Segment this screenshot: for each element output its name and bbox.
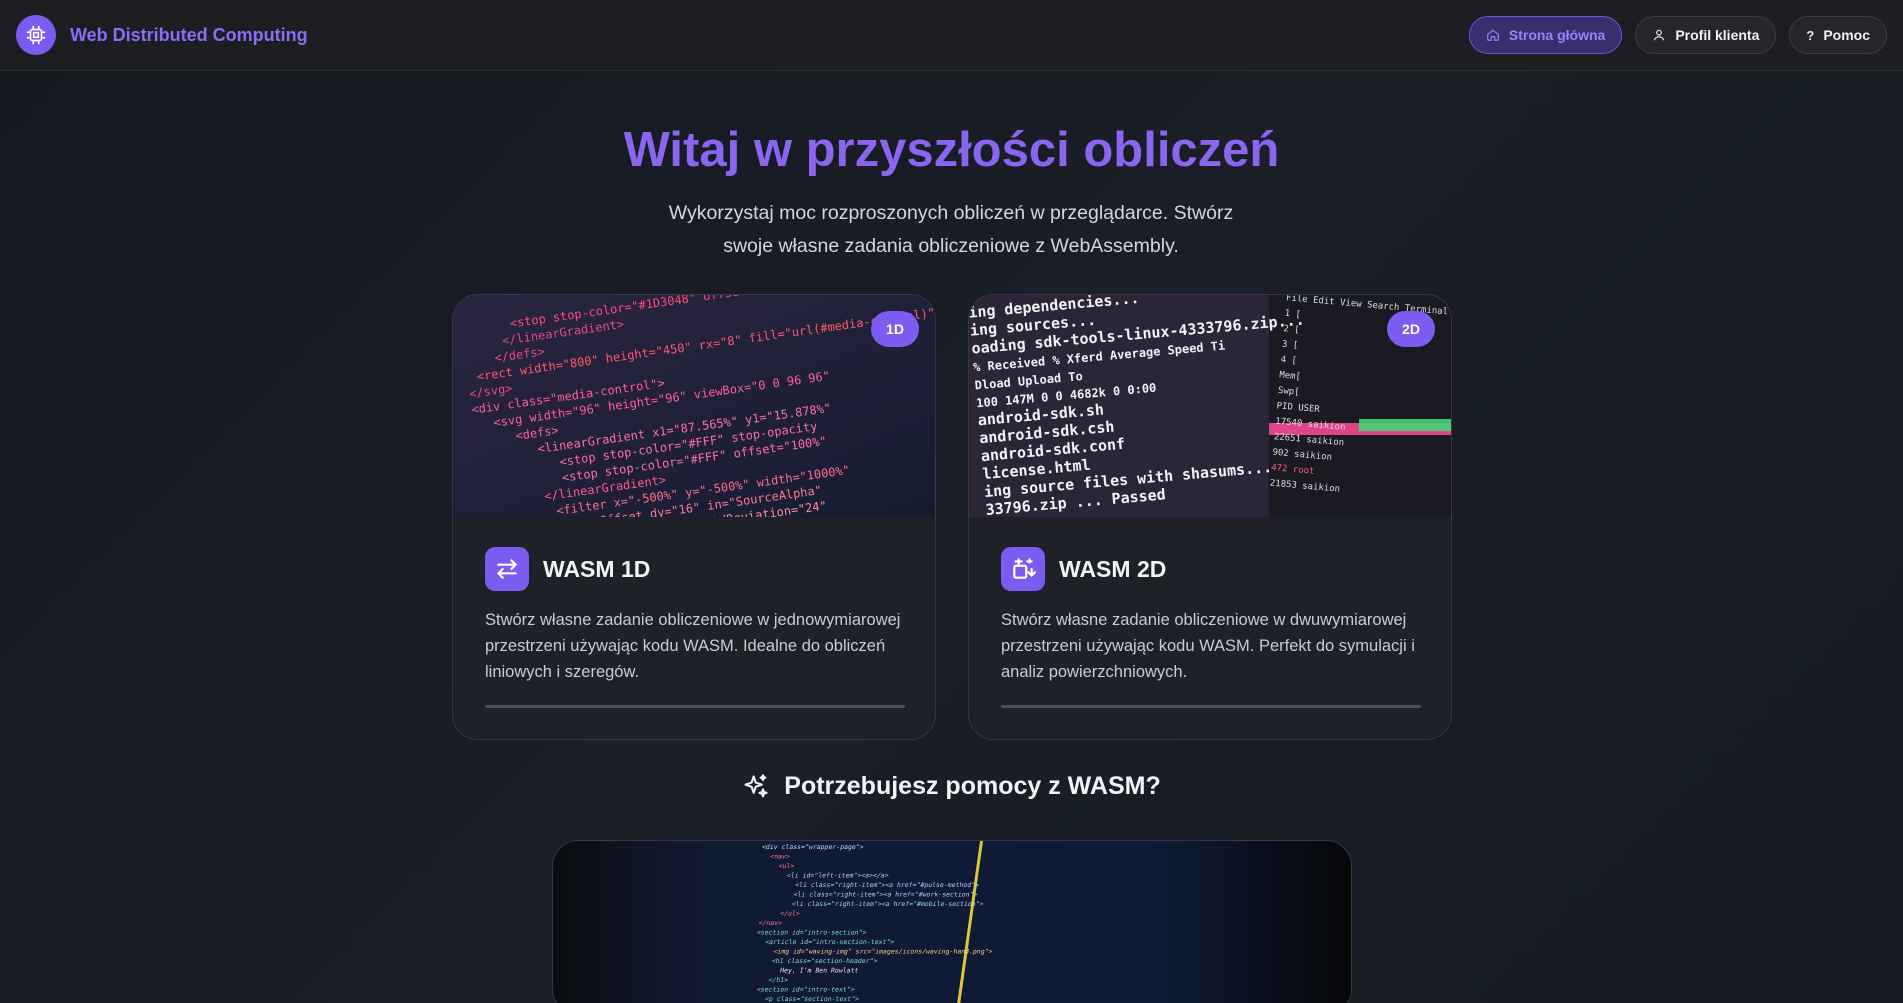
- help-code-line: <nav>: [770, 853, 791, 861]
- user-icon: [1654, 29, 1665, 41]
- help-code-line: Hey, I'm Ben Rowlatt: [779, 967, 859, 975]
- help-code-line: <article id="intro-section-text">: [764, 938, 895, 946]
- card-description: Stwórz własne zadanie obliczeniowe w jed…: [485, 611, 901, 681]
- top-navbar: Web Distributed Computing Strona główna …: [0, 0, 1903, 71]
- card-title: WASM 2D: [1059, 555, 1167, 582]
- brand[interactable]: Web Distributed Computing: [16, 15, 308, 55]
- card-title: WASM 1D: [543, 555, 651, 582]
- htop-line: 4 [: [1280, 355, 1297, 366]
- help-code-line: <li id="left-item"><a></a>: [786, 872, 889, 880]
- wasm-1d-card[interactable]: <stop stop-color="#1D3048" offset="100%"…: [452, 294, 936, 740]
- help-code-line: </nav>: [758, 919, 783, 927]
- hero-subtitle: Wykorzystaj moc rozproszonych obliczeń w…: [668, 202, 1234, 257]
- brand-title: Web Distributed Computing: [70, 24, 308, 45]
- help-code-line: <img id="waving-img" src="images/icons/w…: [773, 948, 993, 956]
- hero-title: Witaj w przyszłości obliczeń: [623, 123, 1280, 177]
- help-code-line: <div class="wrapper-page">: [761, 843, 864, 851]
- nav-profile-button[interactable]: Profil klienta: [1635, 16, 1777, 54]
- cpu-chip-icon: [16, 15, 56, 55]
- resize-2d-icon: [1001, 547, 1045, 591]
- nav-help-button[interactable]: ? Pomoc: [1789, 16, 1887, 54]
- card-header: WASM 2D: [1001, 547, 1166, 591]
- help-code-line: <li class="right-item"><a href="#mobile-…: [791, 900, 984, 908]
- help-heading: Potrzebujesz pomocy z WASM?: [0, 772, 1903, 801]
- home-icon: [1487, 29, 1499, 41]
- card-description: Stwórz własne zadanie obliczeniowe w dwu…: [1001, 611, 1415, 681]
- help-code-line: <section id="intro-text">: [756, 986, 855, 994]
- card-divider: [485, 705, 905, 708]
- help-code-image[interactable]: <div class="wrapper-page"> <nav> <ul> <li i…: [552, 840, 1352, 1003]
- nav-home-button[interactable]: Strona główna: [1468, 16, 1623, 54]
- nav-profile-label: Profil klienta: [1675, 27, 1760, 43]
- htop-line: Mem[: [1279, 370, 1301, 382]
- terminal-screenshot-image: ing dependencies... ing sources... oading …: [969, 295, 1451, 517]
- nav-home-label: Strona główna: [1508, 27, 1606, 43]
- help-code-line: <li class="right-item"><a href="#work-se…: [793, 891, 978, 899]
- help-code-line: </h1>: [768, 976, 789, 984]
- help-code-line: <h1 class="section-header">: [771, 957, 878, 965]
- htop-line: 1 [: [1284, 309, 1301, 320]
- badge-1d: 1D: [871, 311, 919, 347]
- htop-line: Swp[: [1277, 386, 1299, 398]
- help-code-line: </ul>: [780, 910, 801, 918]
- card-divider: [1001, 705, 1421, 708]
- help-heading-text: Potrzebujesz pomocy z WASM?: [784, 772, 1161, 800]
- help-code-line: <li class="right-item"><a href="#pulse-m…: [795, 881, 980, 889]
- help-code-line: <ul>: [778, 862, 795, 870]
- question-icon: ?: [1806, 27, 1815, 43]
- main-nav: Strona główna Profil klienta ? Pomoc: [1468, 16, 1887, 54]
- sparkles-icon: [744, 773, 768, 797]
- htop-line: 3 [: [1282, 340, 1299, 351]
- card-header: WASM 1D: [485, 547, 650, 591]
- htop-line: 2 [: [1283, 324, 1300, 335]
- help-code-line: <section id="intro-section">: [756, 929, 867, 937]
- nav-help-label: Pomoc: [1823, 27, 1870, 43]
- badge-2d: 2D: [1387, 311, 1435, 347]
- help-code-line: <p class="section-text">: [764, 995, 859, 1003]
- code-screenshot-image: <stop stop-color="#1D3048" offset="100%"…: [453, 295, 935, 517]
- arrows-horizontal-icon: [485, 547, 529, 591]
- wasm-2d-card[interactable]: ing dependencies... ing sources... oading …: [968, 294, 1452, 740]
